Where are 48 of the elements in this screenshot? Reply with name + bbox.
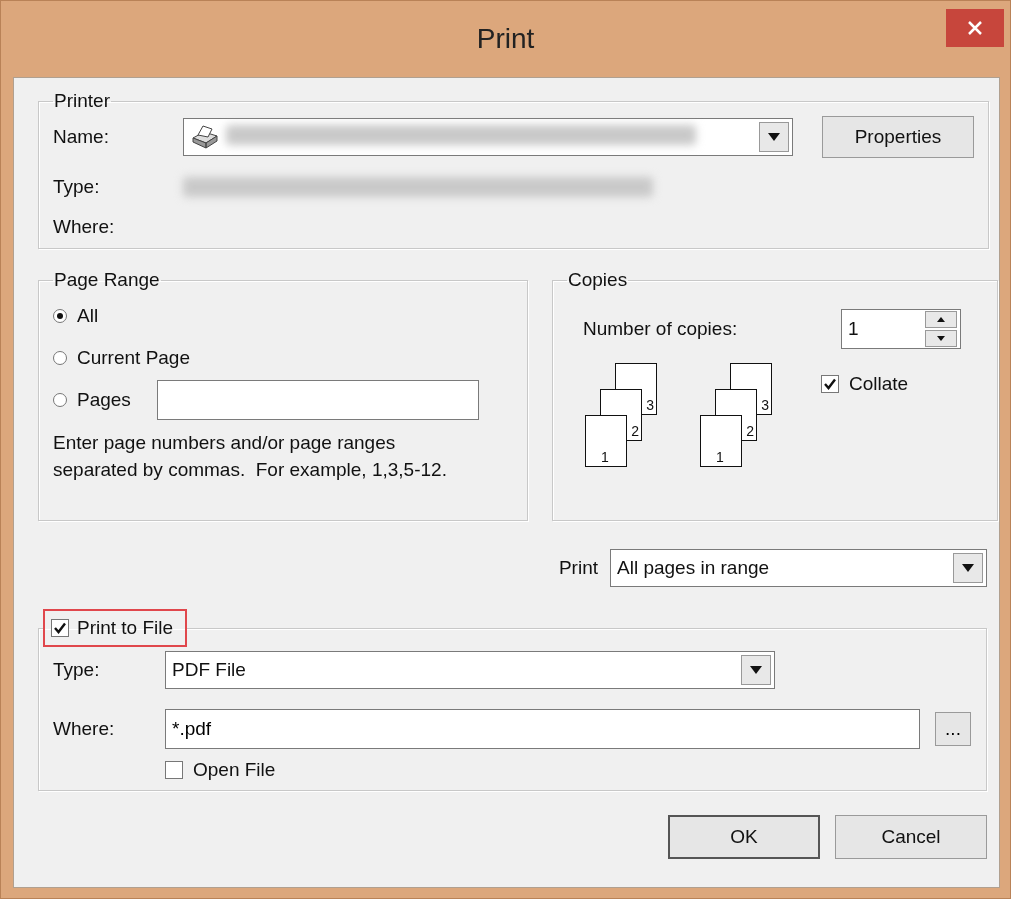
field-label: Where: [53,718,116,740]
caret-icon [750,666,762,674]
browse-button[interactable]: ... [935,712,971,746]
field-label: Type: [53,659,101,681]
field-label: Where: [53,216,116,238]
radio-label[interactable]: Pages [77,389,131,411]
up-arrow-icon [937,317,945,322]
printer-icon [190,124,220,150]
print-to-file-checkbox[interactable] [51,619,69,637]
pages-input-field[interactable] [156,380,479,420]
radio-button[interactable] [53,393,67,407]
radio-button[interactable] [53,309,67,323]
close-icon [967,20,983,36]
group-legend: Page Range [53,269,161,291]
spin-down-button[interactable] [925,330,957,347]
dropdown-button[interactable] [759,122,789,152]
page-sheet: 1 [700,415,742,467]
file-type-select[interactable]: PDF File [165,651,775,689]
group-legend: Printer [53,90,111,112]
field-label: Name: [53,126,110,148]
open-file-checkbox[interactable] [165,761,183,779]
field-label: Print [558,557,598,579]
file-path-field[interactable]: *.pdf [165,709,920,749]
copies-spin-field[interactable]: 1 [841,309,961,349]
print-range-select[interactable]: All pages in range [610,549,987,587]
caret-icon [962,564,974,572]
hint-text: Enter page numbers and/or page ranges separated by commas. For example, 1,3,5-12. [53,431,448,482]
dialog-button[interactable]: Cancel [835,815,987,859]
dropdown-button[interactable] [741,655,771,685]
field-label: Number of copies: [583,318,738,340]
close-button[interactable] [946,9,1004,47]
down-arrow-icon [937,336,945,341]
window-title: Print [476,23,535,55]
radio-label[interactable]: Current Page [77,347,190,369]
properties-button[interactable]: Properties [822,116,974,158]
checkbox-label[interactable]: Open File [193,759,276,781]
page-sheet: 1 [585,415,627,467]
spin-up-button[interactable] [925,311,957,328]
field-label: Type: [53,176,101,198]
caret-icon [768,133,780,141]
collate-checkbox[interactable] [821,375,839,393]
radio-label[interactable]: All [77,305,99,327]
radio-button[interactable] [53,351,67,365]
checkbox-label[interactable]: Collate [849,373,909,395]
printer-select[interactable] [183,118,793,156]
dialog-button[interactable]: OK [668,815,820,859]
dropdown-button[interactable] [953,553,983,583]
group-legend: Copies [567,269,629,291]
